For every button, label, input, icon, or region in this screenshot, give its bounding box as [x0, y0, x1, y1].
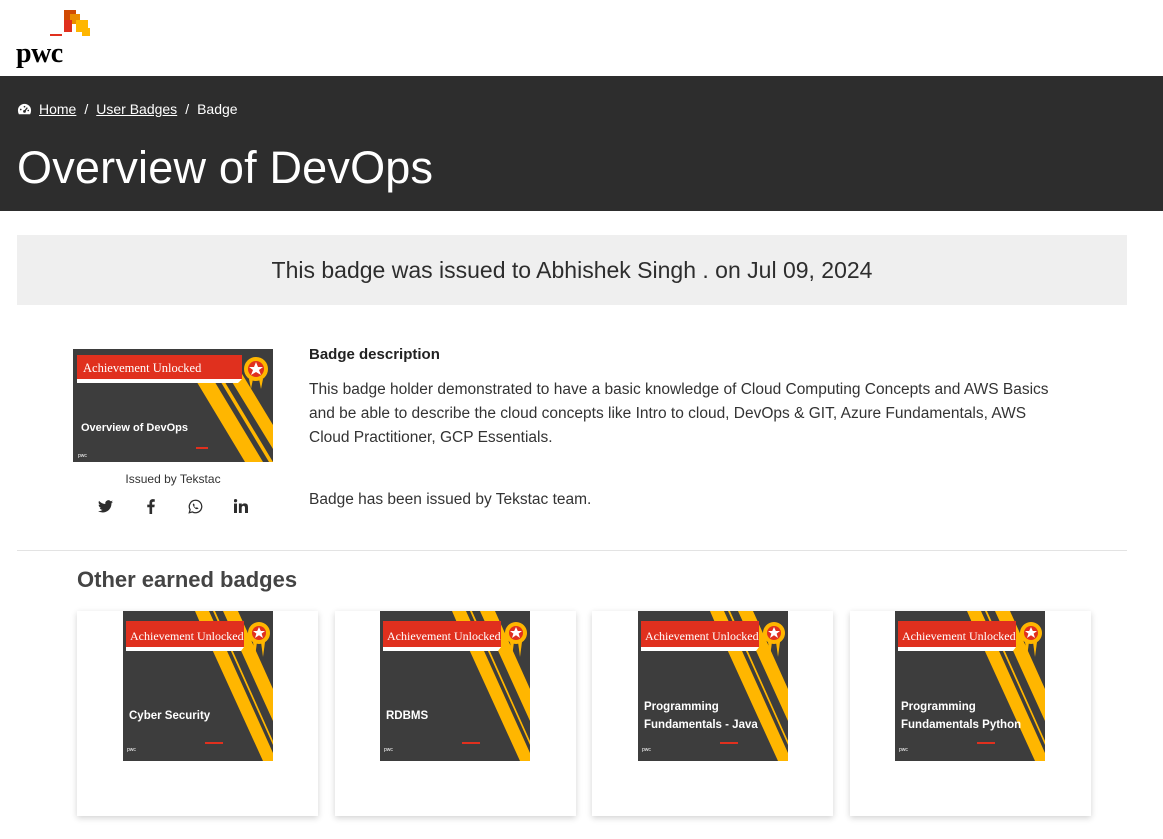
svg-text:pwc: pwc: [78, 453, 87, 459]
badge-panel: Achievement Unlocked Overview of DevOps …: [73, 349, 273, 515]
badge-card-title-line2: Fundamentals Python: [901, 719, 1021, 731]
badge-card-ribbon: Achievement Unlocked: [130, 629, 244, 643]
page-title: Overview of DevOps: [17, 142, 434, 193]
facebook-icon[interactable]: [141, 497, 161, 515]
badge-name-text: Overview of DevOps: [81, 422, 188, 434]
badge-description-section: Badge description This badge holder demo…: [309, 346, 1069, 509]
breadcrumb-separator: /: [84, 101, 89, 117]
breadcrumb-home-link[interactable]: Home: [39, 101, 76, 117]
badge-card-image: Achievement Unlocked Cyber Security pwc: [122, 611, 273, 761]
badge-card-title-line2: Fundamentals - Java: [644, 719, 758, 731]
svg-text:pwc: pwc: [899, 747, 908, 753]
badge-card[interactable]: Achievement Unlocked Cyber Security pwc: [77, 611, 318, 816]
badge-card-ribbon: Achievement Unlocked: [645, 629, 759, 643]
other-badges-list: Achievement Unlocked Cyber Security pwc …: [77, 611, 1091, 816]
svg-text:pwc: pwc: [384, 747, 393, 753]
badge-card[interactable]: Achievement Unlocked Programming Fundame…: [592, 611, 834, 816]
top-bar: pwc: [0, 0, 1163, 76]
issued-by-label: Issued by Tekstac: [125, 472, 221, 486]
breadcrumb-user-badges-link[interactable]: User Badges: [96, 101, 177, 117]
dashboard-icon: [17, 103, 32, 114]
badge-card-title-line1: Programming: [644, 701, 719, 713]
badge-card[interactable]: Achievement Unlocked Programming Fundame…: [849, 611, 1091, 816]
badge-description-text: This badge holder demonstrated to have a…: [309, 381, 1049, 446]
issued-banner: This badge was issued to Abhishek Singh …: [17, 235, 1127, 305]
badge-card-image: Achievement Unlocked RDBMS pwc: [380, 611, 531, 761]
svg-text:pwc: pwc: [127, 747, 136, 753]
twitter-icon[interactable]: [96, 497, 116, 515]
badge-card-ribbon: Achievement Unlocked: [387, 629, 501, 643]
badge-ribbon-text: Achievement Unlocked: [83, 361, 202, 375]
svg-text:pwc: pwc: [642, 747, 651, 753]
badge-card-title-line1: Programming: [901, 701, 976, 713]
logo-text: pwc: [16, 38, 63, 69]
pwc-logo[interactable]: pwc: [16, 10, 96, 69]
badge-card-title-line1: Cyber Security: [129, 710, 211, 722]
badge-card-title-line1: RDBMS: [386, 710, 428, 722]
badge-card-ribbon: Achievement Unlocked: [902, 629, 1016, 643]
badge-card-image: Achievement Unlocked Programming Fundame…: [637, 611, 788, 761]
whatsapp-icon[interactable]: [186, 497, 206, 515]
breadcrumb-separator: /: [185, 101, 190, 117]
badge-card-image: Achievement Unlocked Programming Fundame…: [895, 611, 1046, 761]
badge-card[interactable]: Achievement Unlocked RDBMS pwc: [334, 611, 576, 816]
other-badges-title: Other earned badges: [77, 567, 298, 592]
badge-image: Achievement Unlocked Overview of DevOps …: [73, 349, 273, 462]
section-divider: [17, 550, 1127, 551]
issued-banner-text: This badge was issued to Abhishek Singh …: [271, 256, 873, 283]
badge-description-title: Badge description: [309, 346, 440, 363]
breadcrumb: Home / User Badges / Badge: [17, 101, 238, 117]
hero-header: Home / User Badges / Badge Overview of D…: [0, 76, 1163, 211]
badge-issued-note: Badge has been issued by Tekstac team.: [309, 491, 592, 508]
share-links: [96, 497, 251, 515]
breadcrumb-current: Badge: [197, 101, 238, 117]
linkedin-icon[interactable]: [231, 497, 251, 515]
